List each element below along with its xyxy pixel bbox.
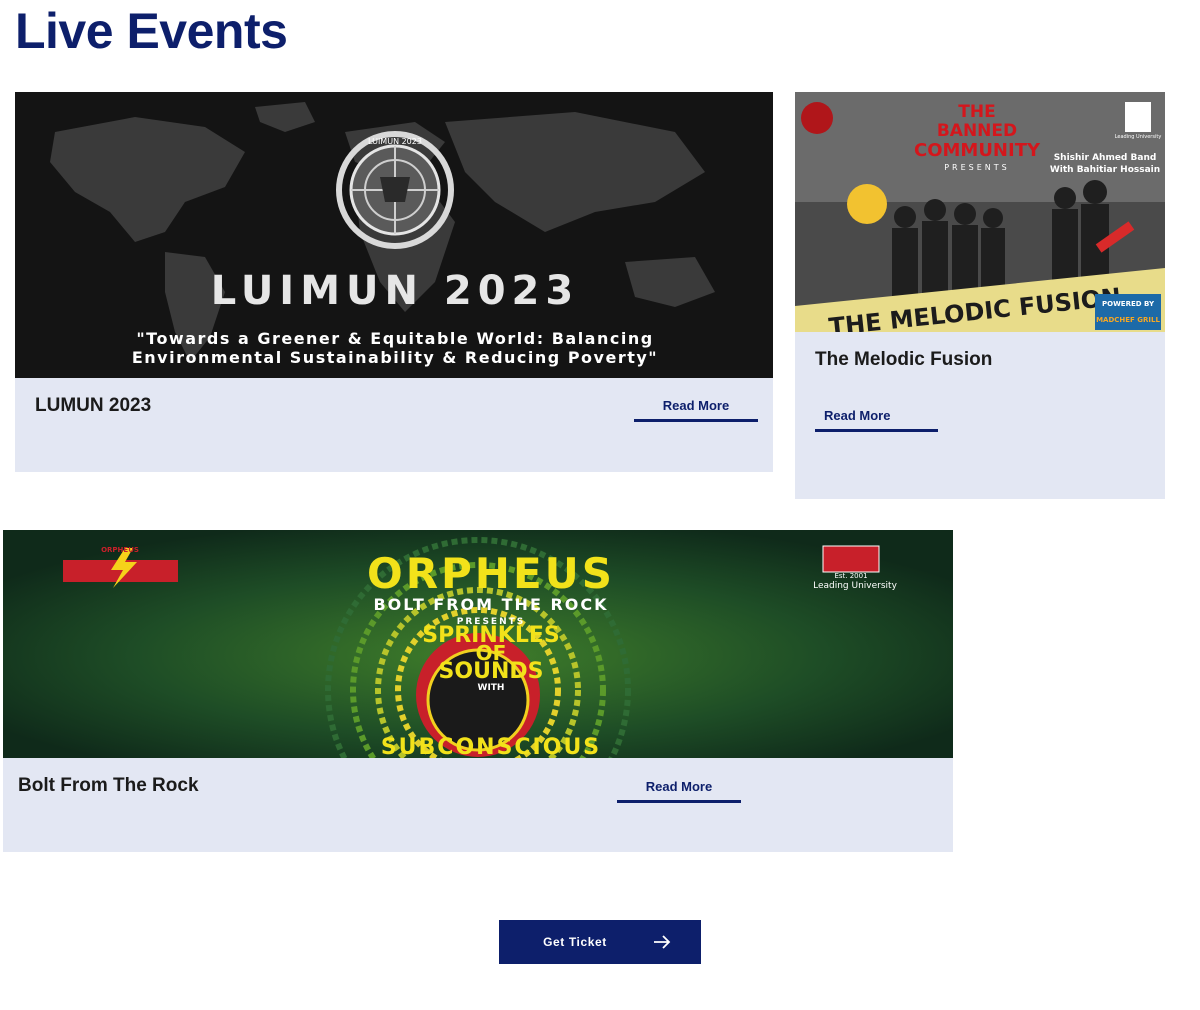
band-logo-icon xyxy=(801,102,833,134)
svg-text:SOUNDS: SOUNDS xyxy=(439,659,544,684)
read-more-link[interactable]: Read More xyxy=(815,408,938,432)
svg-text:Shishir Ahmed Band: Shishir Ahmed Band xyxy=(1054,153,1157,163)
get-ticket-label: Get Ticket xyxy=(543,935,607,949)
svg-text:LUIMUN 2023: LUIMUN 2023 xyxy=(211,268,579,314)
university-logo-icon xyxy=(1125,102,1151,132)
event-title[interactable]: LUMUN 2023 xyxy=(35,395,151,417)
svg-text:ORPHEUS: ORPHEUS xyxy=(367,549,615,598)
svg-text:BOLT FROM THE ROCK: BOLT FROM THE ROCK xyxy=(373,595,608,614)
svg-text:With Bahitiar Hossain: With Bahitiar Hossain xyxy=(1050,165,1160,175)
arrow-right-icon xyxy=(653,935,671,949)
svg-text:PRESENTS: PRESENTS xyxy=(944,163,1010,172)
get-ticket-button[interactable]: Get Ticket xyxy=(499,920,701,964)
svg-text:THE: THE xyxy=(958,102,995,122)
event-banner-melodic-fusion[interactable]: Leading University THE BANNED COMMUNITY … xyxy=(795,92,1165,332)
event-title[interactable]: Bolt From The Rock xyxy=(18,775,199,797)
melodic-fusion-banner-art: Leading University THE BANNED COMMUNITY … xyxy=(795,92,1165,332)
event-card-bolt-from-the-rock[interactable]: ORPHEUS Est. 2001 Leading University ORP… xyxy=(3,530,953,852)
svg-text:SUBCONSCIOUS: SUBCONSCIOUS xyxy=(381,735,601,758)
page-title: Live Events xyxy=(15,3,288,59)
svg-text:Leading University: Leading University xyxy=(813,581,897,591)
svg-text:Environmental Sustainability &: Environmental Sustainability & Reducing … xyxy=(132,348,658,367)
svg-text:"Towards a Greener & Equitable: "Towards a Greener & Equitable World: Ba… xyxy=(136,329,653,348)
orpheus-banner-art: ORPHEUS Est. 2001 Leading University ORP… xyxy=(3,530,953,758)
svg-text:Est. 2001: Est. 2001 xyxy=(834,572,867,580)
event-banner-bolt-from-the-rock[interactable]: ORPHEUS Est. 2001 Leading University ORP… xyxy=(3,530,953,758)
svg-text:COMMUNITY: COMMUNITY xyxy=(914,140,1041,161)
svg-text:Leading University: Leading University xyxy=(1115,134,1162,140)
luimun-banner-art: LUIMUN 2023 LUIMUN 2023 "Towards a Green… xyxy=(15,92,773,378)
svg-text:MADCHEF GRILL: MADCHEF GRILL xyxy=(1096,316,1160,324)
svg-text:WITH: WITH xyxy=(478,683,505,693)
event-title[interactable]: The Melodic Fusion xyxy=(815,349,992,371)
read-more-link[interactable]: Read More xyxy=(634,398,758,422)
svg-text:ORPHEUS: ORPHEUS xyxy=(101,546,139,554)
event-card-melodic-fusion[interactable]: Leading University THE BANNED COMMUNITY … xyxy=(795,92,1165,499)
luimun-emblem-icon: LUIMUN 2023 xyxy=(336,131,454,249)
svg-text:POWERED BY: POWERED BY xyxy=(1102,300,1155,308)
svg-text:LUIMUN 2023: LUIMUN 2023 xyxy=(368,137,422,146)
event-card-luimun[interactable]: LUIMUN 2023 LUIMUN 2023 "Towards a Green… xyxy=(15,92,773,472)
read-more-link[interactable]: Read More xyxy=(617,779,741,803)
event-banner-luimun[interactable]: LUIMUN 2023 LUIMUN 2023 "Towards a Green… xyxy=(15,92,773,378)
svg-text:BANNED: BANNED xyxy=(937,121,1017,141)
